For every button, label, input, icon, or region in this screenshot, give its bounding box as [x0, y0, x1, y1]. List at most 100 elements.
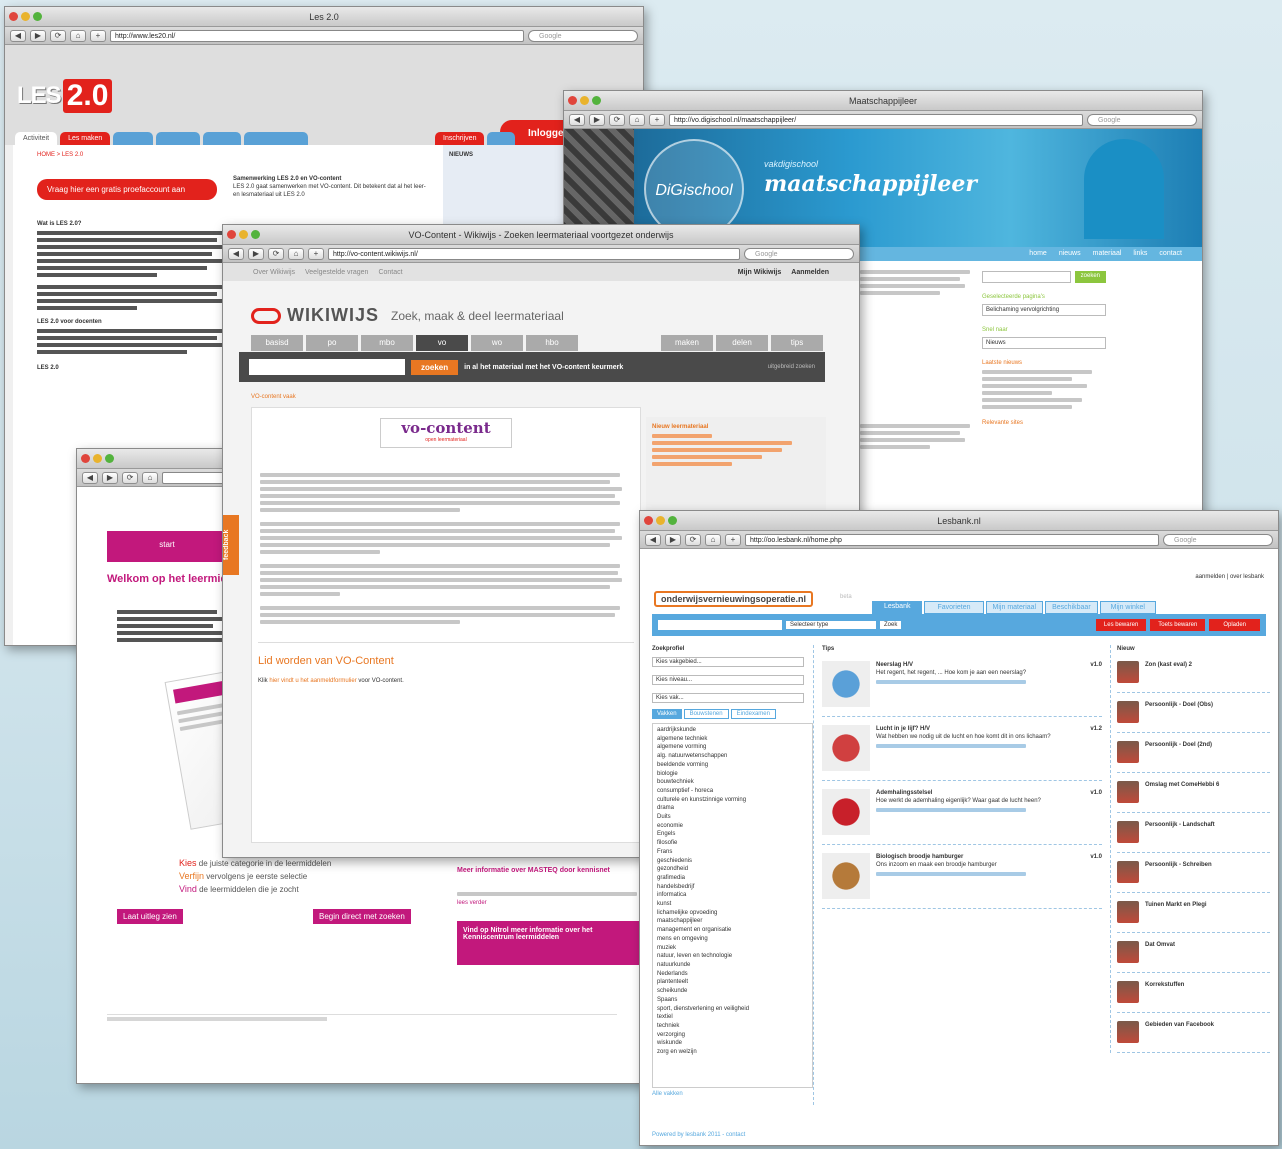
- subject-item[interactable]: zorg en welzijn: [657, 1048, 808, 1057]
- close-dot[interactable]: [644, 516, 653, 525]
- mz-search-field[interactable]: Google: [1087, 113, 1197, 126]
- subtab-bouwstenen[interactable]: Bouwstenen: [683, 709, 729, 719]
- tip-item[interactable]: Biologisch broodje hamburger v1.0 Ons inz…: [822, 853, 1102, 909]
- reload-button[interactable]: ⟳: [609, 113, 625, 126]
- mz-search-input[interactable]: [982, 271, 1071, 283]
- subject-item[interactable]: bouwtechniek: [657, 778, 808, 787]
- tab-vo[interactable]: vo: [416, 335, 468, 351]
- tip-item[interactable]: Ademhalingsstelsel v1.0 Hoe werkt de adem…: [822, 789, 1102, 845]
- tip-item[interactable]: Lucht in je lijf? H/V v1.2 Wat hebben we …: [822, 725, 1102, 781]
- link-aanmelden[interactable]: aanmelden: [1195, 574, 1225, 580]
- nieuw-item[interactable]: Persoonlijk - Doel (Obs): [1117, 701, 1270, 733]
- minimize-dot[interactable]: [239, 230, 248, 239]
- mz-nav-home[interactable]: home: [1029, 247, 1047, 261]
- home-button[interactable]: ⌂: [288, 247, 304, 260]
- back-button[interactable]: ◀: [10, 29, 26, 42]
- nieuw-item[interactable]: Persoonlijk - Schreiben: [1117, 861, 1270, 893]
- subject-item[interactable]: Spaans: [657, 996, 808, 1005]
- subject-item[interactable]: natuurkunde: [657, 961, 808, 970]
- link-mijn-wikiwijs[interactable]: Mijn Wikiwijs: [738, 269, 782, 276]
- link-over-lesbank[interactable]: over lesbank: [1230, 574, 1264, 580]
- add-button[interactable]: +: [649, 113, 665, 126]
- minimize-dot[interactable]: [93, 454, 102, 463]
- subject-item[interactable]: gezondheid: [657, 865, 808, 874]
- lesbank-footer[interactable]: Powered by lesbank 2011 - contact: [652, 1131, 745, 1139]
- zoom-dot[interactable]: [251, 230, 260, 239]
- mz-select-1[interactable]: Belichaming vervolgrichting: [982, 304, 1106, 316]
- subtab-vakken[interactable]: Vakken: [652, 709, 682, 719]
- mz-nav-links[interactable]: links: [1133, 247, 1147, 261]
- wiki-breadcrumb[interactable]: VO-content vaak: [251, 393, 296, 401]
- subject-item[interactable]: aardrijkskunde: [657, 726, 808, 735]
- lesbank-url-field[interactable]: http://oo.lesbank.nl/home.php: [745, 533, 1159, 546]
- forward-button[interactable]: ▶: [102, 471, 118, 484]
- subject-item[interactable]: informatica: [657, 891, 808, 900]
- zoom-dot[interactable]: [105, 454, 114, 463]
- back-button[interactable]: ◀: [228, 247, 244, 260]
- subject-item[interactable]: muziek: [657, 944, 808, 953]
- les20-search-field[interactable]: Google: [528, 29, 638, 42]
- subject-item[interactable]: geschiedenis: [657, 857, 808, 866]
- tab-6[interactable]: [244, 132, 309, 145]
- back-button[interactable]: ◀: [82, 471, 98, 484]
- reload-button[interactable]: ⟳: [685, 533, 701, 546]
- nieuw-item[interactable]: Tuinen Markt en Plegi: [1117, 901, 1270, 933]
- tip-title[interactable]: Ademhalingsstelsel: [876, 790, 932, 796]
- les20-cta-button[interactable]: Vraag hier een gratis proefaccount aan: [37, 179, 217, 200]
- forward-button[interactable]: ▶: [248, 247, 264, 260]
- tab-beschikbaar[interactable]: Beschikbaar: [1045, 601, 1098, 614]
- mz-nav-nieuws[interactable]: nieuws: [1059, 247, 1081, 261]
- wiki-url-field[interactable]: http://vo-content.wikiwijs.nl/: [328, 247, 740, 260]
- tip-title[interactable]: Biologisch broodje hamburger: [876, 854, 963, 860]
- subject-item[interactable]: textiel: [657, 1013, 808, 1022]
- add-button[interactable]: +: [308, 247, 324, 260]
- kennisnet-promo-banner[interactable]: Vind op Nitrol meer informatie over het …: [457, 921, 645, 965]
- subject-item[interactable]: Engels: [657, 830, 808, 839]
- mz-url-field[interactable]: http://vo.digischool.nl/maatschappijleer…: [669, 113, 1083, 126]
- subject-item[interactable]: mens en omgeving: [657, 935, 808, 944]
- zoom-dot[interactable]: [592, 96, 601, 105]
- tab-favorieten[interactable]: Favorieten: [924, 601, 984, 614]
- tab-mijn-winkel[interactable]: Mijn winkel: [1099, 601, 1156, 614]
- reload-button[interactable]: ⟳: [122, 471, 138, 484]
- subject-item[interactable]: Nederlands: [657, 970, 808, 979]
- tab-hbo[interactable]: hbo: [526, 335, 578, 351]
- link-aanmelden[interactable]: Aanmelden: [791, 269, 829, 276]
- reload-button[interactable]: ⟳: [50, 29, 66, 42]
- home-button[interactable]: ⌂: [629, 113, 645, 126]
- start-search-button[interactable]: Begin direct met zoeken: [313, 909, 411, 924]
- subject-item[interactable]: algemene techniek: [657, 735, 808, 744]
- wiki-search-input[interactable]: [249, 359, 405, 375]
- subject-item[interactable]: Frans: [657, 848, 808, 857]
- subject-item[interactable]: economie: [657, 822, 808, 831]
- nieuw-item[interactable]: Persoonlijk - Landschaft: [1117, 821, 1270, 853]
- toets-bewaren-button[interactable]: Toets bewaren: [1150, 619, 1206, 631]
- tab-lesbank[interactable]: Lesbank: [872, 601, 923, 614]
- opladen-button[interactable]: Opladen: [1209, 619, 1260, 631]
- subject-item[interactable]: wiskunde: [657, 1039, 808, 1048]
- mz-select-2[interactable]: Nieuws: [982, 337, 1106, 349]
- zoom-dot[interactable]: [33, 12, 42, 21]
- subject-item[interactable]: lichamelijke opvoeding: [657, 909, 808, 918]
- close-dot[interactable]: [9, 12, 18, 21]
- feedback-tab[interactable]: feedback: [223, 515, 239, 575]
- wiki-search-button[interactable]: zoeken: [411, 359, 459, 375]
- subject-item[interactable]: biologie: [657, 770, 808, 779]
- link-contact[interactable]: Contact: [378, 269, 402, 276]
- tab-tips[interactable]: tips: [771, 335, 823, 351]
- wiki-logo[interactable]: WIKIWIJS Zoek, maak & deel leermateriaal: [251, 305, 564, 326]
- subject-item[interactable]: algemene vorming: [657, 743, 808, 752]
- tab-activiteit[interactable]: Activiteit: [15, 132, 58, 145]
- tab-r2[interactable]: [487, 132, 516, 145]
- nieuw-item[interactable]: Zon (kast eval) 2: [1117, 661, 1270, 693]
- kennisnet-more-link[interactable]: lees verder: [457, 899, 642, 907]
- forward-button[interactable]: ▶: [589, 113, 605, 126]
- filter-vak[interactable]: Kies vak...: [652, 693, 804, 703]
- tab-mijn-materiaal[interactable]: Mijn materiaal: [985, 601, 1044, 614]
- nieuw-item[interactable]: Korrekstuffen: [1117, 981, 1270, 1013]
- forward-button[interactable]: ▶: [665, 533, 681, 546]
- reload-button[interactable]: ⟳: [268, 247, 284, 260]
- tab-mbo[interactable]: mbo: [361, 335, 413, 351]
- home-button[interactable]: ⌂: [70, 29, 86, 42]
- kennisnet-start-tab[interactable]: start: [107, 531, 227, 559]
